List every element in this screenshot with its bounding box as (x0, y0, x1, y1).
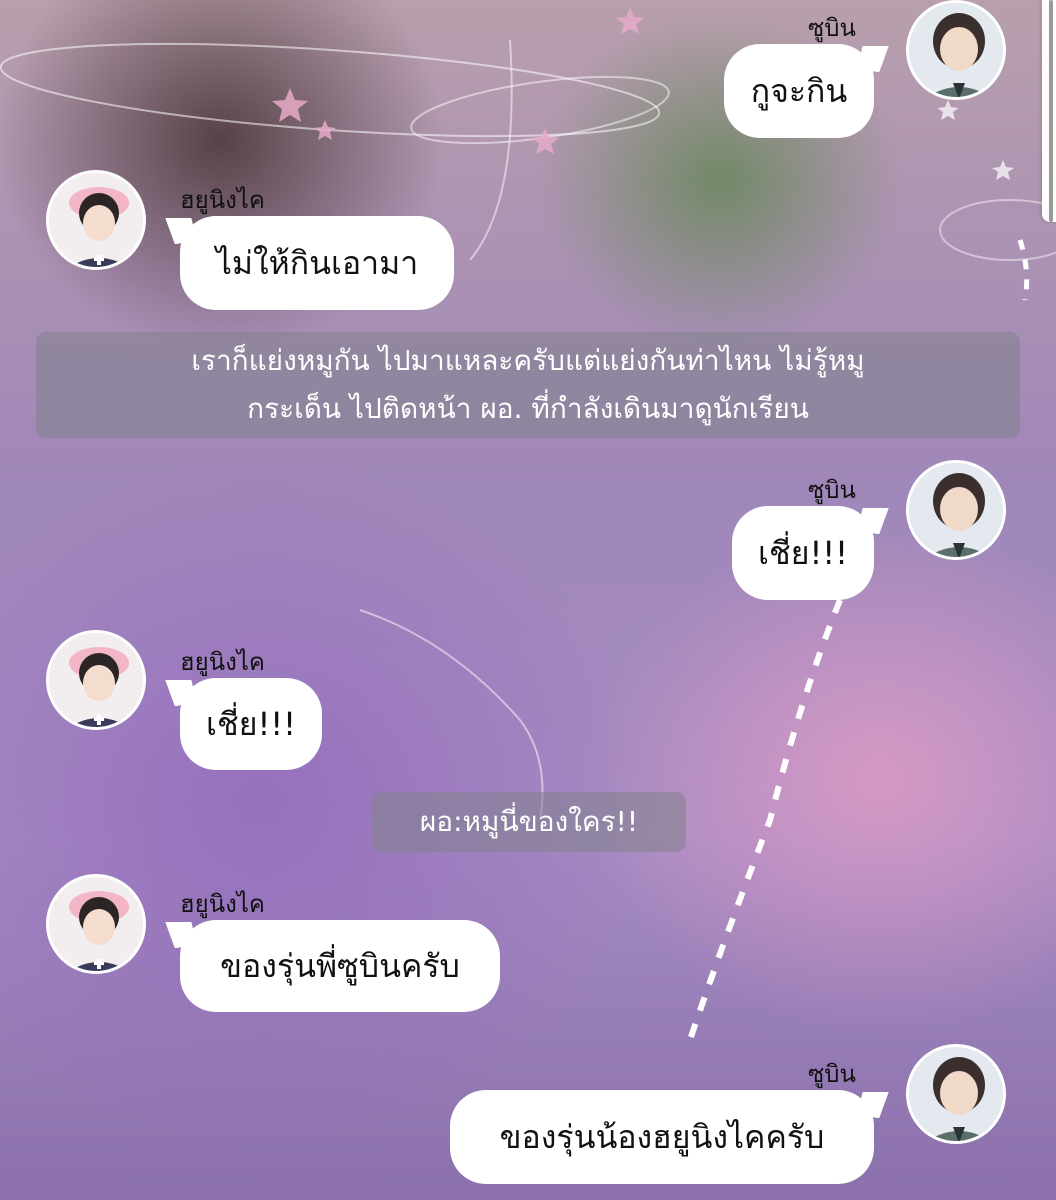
speaker-name-right: ซูบิน (808, 476, 856, 504)
speaker-name-right: ซูบิน (808, 1060, 856, 1088)
message-bubble: กูจะกิน (724, 44, 874, 138)
speaker-name-left: ฮยูนิงไค (180, 648, 265, 676)
avatar-soobin (906, 1044, 1006, 1144)
message-bubble: เชี่ย!!! (180, 678, 322, 770)
avatar-hueningkai (46, 170, 146, 270)
narration-dialogue: ผอ:หมูนี่ของใคร!! (372, 792, 686, 852)
avatar-hueningkai (46, 630, 146, 730)
message-text: เชี่ย!!! (758, 533, 848, 572)
narration-line-1: เราก็แย่งหมูกัน ไปมาแหละครับแต่แย่งกันท่… (191, 344, 865, 377)
message-bubble: เชี่ย!!! (732, 506, 874, 600)
narration-line-2: กระเด็น ไปติดหน้า ผอ. ที่กำลังเดินมาดูนั… (247, 392, 809, 425)
message-bubble: ของรุ่นน้องฮยูนิงไคครับ (450, 1090, 874, 1184)
message-text: ของรุ่นพี่ซูบินครับ (220, 946, 460, 985)
background-photo (0, 0, 1056, 1200)
avatar-soobin (906, 460, 1006, 560)
speaker-name-left: ฮยูนิงไค (180, 890, 265, 918)
photo-overlay (0, 0, 1056, 1200)
narration-box: เราก็แย่งหมูกัน ไปมาแหละครับแต่แย่งกันท่… (36, 332, 1020, 438)
speaker-name-right: ซูบิน (808, 14, 856, 42)
message-bubble: ของรุ่นพี่ซูบินครับ (180, 920, 500, 1012)
scrollbar-thumb[interactable] (1049, 0, 1053, 222)
speaker-name-left: ฮยูนิงไค (180, 186, 265, 214)
message-text: กูจะกิน (750, 71, 848, 110)
avatar-soobin (906, 0, 1006, 100)
message-text: ของรุ่นน้องฮยูนิงไคครับ (499, 1117, 825, 1156)
scrollbar[interactable] (1042, 0, 1056, 222)
avatar-hueningkai (46, 874, 146, 974)
message-bubble: ไม่ให้กินเอามา (180, 216, 454, 310)
message-text: ไม่ให้กินเอามา (215, 243, 419, 282)
message-text: เชี่ย!!! (206, 704, 296, 743)
